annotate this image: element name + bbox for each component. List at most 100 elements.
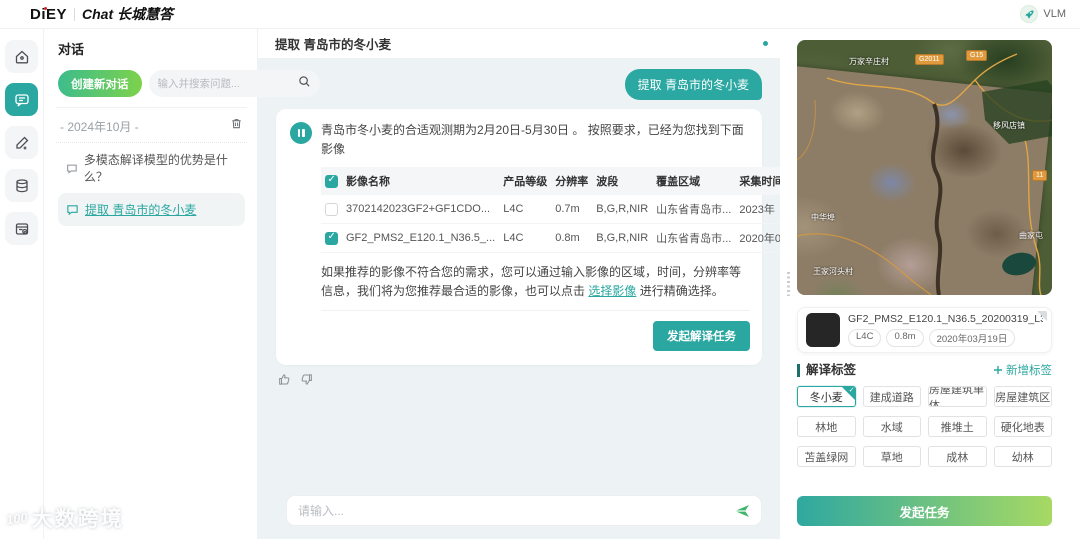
table-row: GF2_PMS2_E120.1_N36.5_... L4C 0.8m B,G,R… — [321, 223, 826, 254]
thumbs-down-icon[interactable] — [300, 373, 313, 391]
conversation-panel-title: 对话 — [58, 42, 85, 57]
divider — [321, 310, 750, 312]
panel-resize-handle[interactable] — [787, 272, 790, 296]
check-icon — [841, 387, 855, 400]
label-tag[interactable]: 房屋建筑单体 — [928, 386, 987, 407]
label-tag[interactable]: 草地 — [862, 446, 921, 467]
card-corner-fold — [1037, 311, 1047, 321]
label-tag[interactable]: 水域 — [862, 416, 921, 437]
chat-icon[interactable] — [5, 83, 38, 116]
assistant-avatar — [290, 122, 312, 144]
map-place-label: 曲家屯 — [1019, 231, 1043, 240]
choose-imagery-link[interactable]: 选择影像 — [588, 284, 636, 298]
delete-group-icon[interactable] — [230, 117, 243, 135]
chat-title: 提取 青岛市的冬小麦 — [275, 38, 391, 52]
send-icon[interactable] — [734, 504, 750, 518]
thumbs-up-icon[interactable] — [278, 373, 291, 391]
image-chip-resolution: 0.8m — [886, 329, 924, 347]
label-tag[interactable]: 硬化地表 — [993, 416, 1052, 437]
assistant-message-card: 青岛市冬小麦的合适观测期为2月20日-5月30日 。 按照要求，已经为您找到下面… — [276, 109, 826, 366]
cell-resolution: 0.7m — [551, 195, 593, 225]
top-bar: DiEY Chat 长城慧答 VLM — [0, 0, 1080, 29]
label-tag[interactable]: 苫盖绿网 — [797, 446, 856, 467]
cell-resolution: 0.8m — [551, 223, 593, 254]
cell-bands: B,G,R,NIR — [592, 223, 653, 254]
assistant-intro-text: 青岛市冬小麦的合适观测期为2月20日-5月30日 。 按照要求，已经为您找到下面… — [321, 123, 744, 156]
user-message-bubble: 提取 青岛市的冬小麦 — [624, 69, 762, 100]
select-all-checkbox[interactable] — [325, 174, 338, 188]
chat-input-bar[interactable] — [286, 495, 762, 526]
search-icon[interactable] — [298, 75, 311, 93]
assistant-outro-text: 如果推荐的影像不符合您的需求，您可以通过输入影像的区域，时间，分辨率等信息，我们… — [321, 265, 742, 298]
selected-image-card[interactable]: GF2_PMS2_E120.1_N36.5_20200319_L3B000468… — [797, 307, 1052, 353]
icon-rail — [0, 29, 44, 539]
column-header: 波段 — [592, 167, 653, 196]
cell-region: 山东省青岛市... — [652, 223, 736, 254]
conversation-item-label: 多模态解译模型的优势是什么？ — [83, 153, 228, 184]
imagery-panel: 万家辛庄村 移风店镇 中华埠 曲家屯 王家河头村 G2011 G15 11 GF… — [780, 29, 1080, 539]
label-tag[interactable]: 林地 — [797, 416, 856, 437]
conversation-search[interactable] — [148, 70, 320, 97]
cell-region: 山东省青岛市... — [652, 195, 736, 225]
map-place-label: 万家辛庄村 — [849, 57, 889, 66]
column-header: 影像名称 — [342, 167, 500, 196]
road-badge: G2011 — [915, 54, 944, 65]
rocket-icon — [1020, 5, 1039, 23]
status-dot — [763, 41, 768, 46]
label-tag[interactable]: 建成道路 — [862, 386, 921, 407]
cell-bands: B,G,R,NIR — [592, 195, 653, 225]
chat-header: 提取 青岛市的冬小麦 — [258, 29, 780, 59]
image-chip-level: L4C — [848, 329, 882, 347]
imagery-table: 影像名称 产品等级 分辨率 波段 覆盖区域 采集时间 3702142023GF2… — [321, 167, 826, 254]
satellite-map[interactable]: 万家辛庄村 移风店镇 中华埠 曲家屯 王家河头村 G2011 G15 11 — [797, 40, 1052, 295]
image-thumbnail — [806, 313, 840, 347]
conversation-panel: 对话 创建新对话 - 2024年10月 - 多模态解译模型的优势是什么？ 提取 … — [44, 29, 320, 539]
label-tag-selected[interactable]: 冬小麦 — [797, 386, 856, 407]
brand-name: DiEY — [30, 5, 68, 23]
chat-input[interactable] — [298, 503, 726, 518]
conversation-item-label: 提取 青岛市的冬小麦 — [85, 203, 197, 217]
image-filename: GF2_PMS2_E120.1_N36.5_20200319_L3B000468… — [848, 313, 1043, 325]
label-tag[interactable]: 推堆土 — [928, 416, 987, 437]
cell-image-name: GF2_PMS2_E120.1_N36.5_... — [342, 223, 500, 254]
launch-interpretation-task-button[interactable]: 发起解译任务 — [653, 321, 750, 352]
row-checkbox[interactable] — [325, 231, 338, 245]
labels-section-title: 解译标签 — [797, 363, 856, 377]
model-badge: VLM — [1020, 5, 1066, 23]
column-header: 覆盖区域 — [652, 167, 736, 196]
label-tag-grid: 冬小麦 建成道路 房屋建筑单体 房屋建筑区 林地 水域 推堆土 硬化地表 苫盖绿… — [797, 386, 1052, 467]
map-place-label: 移风店镇 — [993, 121, 1025, 130]
conversation-item[interactable]: 多模态解译模型的优势是什么？ — [58, 143, 245, 193]
map-place-label: 中华埠 — [811, 213, 835, 222]
column-header: 产品等级 — [499, 167, 552, 196]
brand-divider — [74, 7, 76, 21]
chat-panel: 提取 青岛市的冬小麦 提取 青岛市的冬小麦 青岛市冬小麦的合适观测期为2月20日… — [258, 29, 826, 539]
brand-logo: DiEY Chat 长城慧答 — [30, 4, 173, 24]
brand-product-name: Chat 长城慧答 — [82, 6, 174, 22]
app-window: DiEY Chat 长城慧答 VLM 对话 创建新对话 输入并搜索问题... -… — [0, 0, 1080, 539]
map-place-label: 王家河头村 — [813, 267, 853, 276]
conversation-item-active[interactable]: 提取 青岛市的冬小麦 — [58, 193, 245, 226]
cell-image-name: 3702142023GF2+GF1CDO... — [342, 195, 500, 225]
row-checkbox[interactable] — [325, 202, 338, 216]
cell-product-level: L4C — [499, 223, 552, 254]
column-header: 分辨率 — [551, 167, 593, 196]
new-conversation-button[interactable]: 创建新对话 — [58, 70, 142, 97]
launch-task-button[interactable]: 发起任务 — [797, 496, 1052, 526]
home-icon[interactable] — [5, 40, 38, 73]
tasks-icon[interactable] — [5, 212, 38, 245]
chat-message-area[interactable]: 提取 青岛市的冬小麦 青岛市冬小麦的合适观测期为2月20日-5月30日 。 按照… — [258, 59, 826, 539]
conversation-group-label: - 2024年10月 - — [60, 119, 139, 134]
new-note-icon[interactable] — [5, 126, 38, 159]
label-tag[interactable]: 幼林 — [993, 446, 1052, 467]
database-icon[interactable] — [5, 169, 38, 202]
add-label-button[interactable]: 新增标签 — [993, 362, 1052, 378]
label-tag[interactable]: 房屋建筑区 — [993, 386, 1052, 407]
label-tag[interactable]: 成林 — [928, 446, 987, 467]
road-badge: 11 — [1032, 170, 1048, 181]
cell-product-level: L4C — [499, 195, 552, 225]
image-chip-date: 2020年03月19日 — [928, 329, 1016, 347]
table-row: 3702142023GF2+GF1CDO... L4C 0.7m B,G,R,N… — [321, 195, 826, 225]
table-header-row: 影像名称 产品等级 分辨率 波段 覆盖区域 采集时间 — [321, 167, 826, 196]
conversation-search-input[interactable] — [157, 77, 293, 90]
